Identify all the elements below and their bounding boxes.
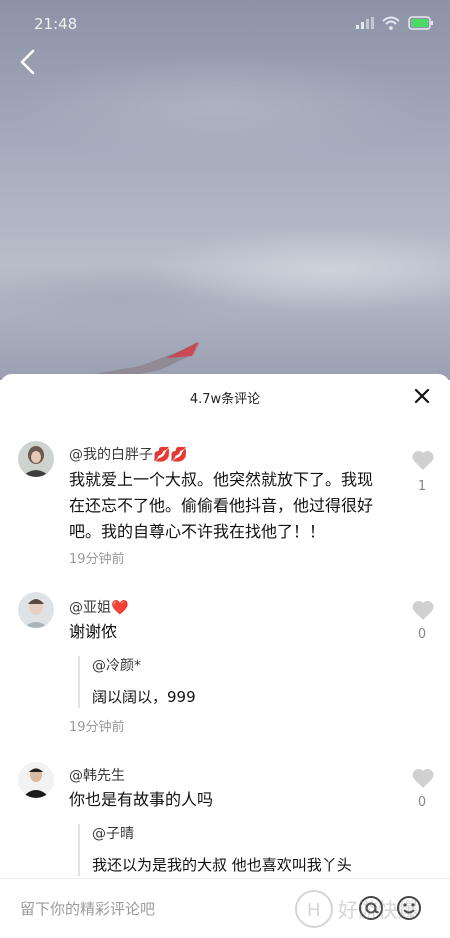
back-icon[interactable] bbox=[16, 48, 40, 76]
signal-icon bbox=[356, 17, 374, 29]
heart-icon[interactable] bbox=[411, 449, 435, 471]
close-icon[interactable] bbox=[412, 386, 432, 406]
avatar[interactable] bbox=[18, 762, 54, 798]
reply-block: @冷颜* 阔以阔以，999 bbox=[78, 656, 412, 708]
status-bar: 21:48 bbox=[0, 0, 450, 48]
battery-icon bbox=[408, 16, 433, 30]
avatar[interactable] bbox=[18, 441, 54, 477]
comment-sheet: 4.7w条评论 @我的白胖子💋💋 我就爱上一个大叔。他突然就放下了。我现在还忘不… bbox=[0, 374, 450, 937]
watermark-logo: H 好游快爆 bbox=[292, 887, 442, 935]
status-time: 21:48 bbox=[34, 15, 78, 33]
svg-text:H: H bbox=[307, 900, 321, 921]
watermark-text: 好游快爆 bbox=[338, 898, 418, 922]
sheet-header: 4.7w条评论 bbox=[0, 374, 450, 420]
heart-icon[interactable] bbox=[411, 767, 435, 789]
like-count: 0 bbox=[417, 627, 427, 642]
reply-username[interactable]: @子晴 bbox=[92, 824, 412, 844]
comment-text: 我就爱上一个大叔。他突然就放下了。我现在还忘不了他。偷偷看他抖音，他过得很好吧。… bbox=[69, 470, 374, 541]
comment-username[interactable]: @韩先生 bbox=[69, 765, 125, 785]
comment-count-title: 4.7w条评论 bbox=[189, 392, 261, 407]
reply-block: @子晴 我还以为是我的大叔 他也喜欢叫我丫头 bbox=[78, 824, 412, 876]
comment-text: 你也是有故事的人吗 bbox=[69, 790, 214, 809]
comment-time: 19分钟前 bbox=[69, 552, 125, 567]
comment-username[interactable]: @亚姐❤️ bbox=[69, 597, 128, 617]
like-count: 0 bbox=[417, 795, 427, 810]
reply-text: 阔以阔以，999 bbox=[92, 688, 196, 706]
status-icons bbox=[356, 16, 434, 30]
reply-text: 我还以为是我的大叔 他也喜欢叫我丫头 bbox=[92, 856, 352, 874]
video-background[interactable] bbox=[0, 0, 450, 380]
comment-username[interactable]: @我的白胖子💋💋 bbox=[69, 444, 188, 464]
avatar[interactable] bbox=[18, 592, 54, 628]
comment-text: 谢谢侬 bbox=[69, 622, 118, 641]
like-count: 1 bbox=[417, 479, 427, 494]
reply-username[interactable]: @冷颜* bbox=[92, 656, 412, 676]
heart-icon[interactable] bbox=[411, 599, 435, 621]
comment-input-placeholder[interactable]: 留下你的精彩评论吧 bbox=[20, 898, 155, 919]
wifi-icon bbox=[382, 16, 400, 30]
comment-time: 19分钟前 bbox=[69, 720, 125, 735]
comment-input-bar[interactable]: 留下你的精彩评论吧 H 好游快爆 bbox=[0, 878, 450, 938]
